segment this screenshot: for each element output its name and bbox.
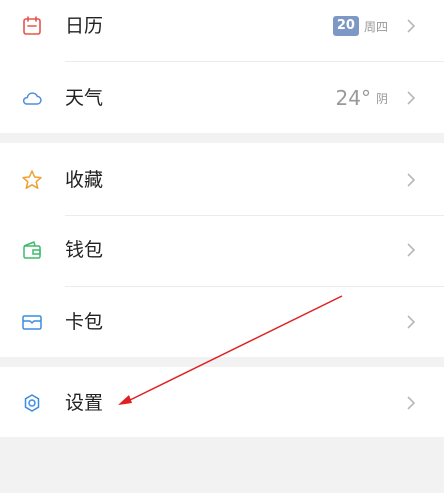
menu-item-label: 日历 bbox=[65, 15, 104, 37]
menu-item-label: 设置 bbox=[65, 392, 104, 414]
calendar-icon bbox=[20, 14, 44, 38]
menu-item-weather[interactable]: 天气 24° 阴 bbox=[0, 62, 444, 134]
group-settings: 设置 bbox=[0, 367, 444, 437]
menu-item-label: 卡包 bbox=[65, 311, 104, 333]
menu-item-label: 钱包 bbox=[65, 239, 104, 261]
menu-item-favorites[interactable]: 收藏 bbox=[0, 144, 444, 216]
group-favorites-wallet-cards: 收藏 钱包 卡包 bbox=[0, 143, 444, 357]
menu-item-calendar[interactable]: 日历 20 周四 bbox=[0, 0, 444, 62]
chevron-right-icon bbox=[404, 16, 418, 36]
chevron-right-icon bbox=[404, 240, 418, 260]
wallet-icon bbox=[20, 238, 44, 262]
chevron-right-icon bbox=[404, 170, 418, 190]
star-icon bbox=[20, 168, 44, 192]
settings-icon bbox=[20, 391, 44, 415]
cloud-icon bbox=[20, 86, 44, 110]
weather-condition-text: 阴 bbox=[375, 91, 388, 106]
menu-item-label: 收藏 bbox=[65, 169, 104, 191]
weather-info: 24° 阴 bbox=[336, 86, 388, 110]
date-badge: 20 bbox=[332, 16, 359, 36]
card-icon bbox=[20, 310, 44, 334]
weekday-text: 周四 bbox=[363, 19, 388, 34]
temperature-text: 24° bbox=[335, 86, 371, 110]
chevron-right-icon bbox=[404, 393, 418, 413]
chevron-right-icon bbox=[404, 88, 418, 108]
chevron-right-icon bbox=[404, 312, 418, 332]
menu-item-wallet[interactable]: 钱包 bbox=[0, 214, 444, 286]
menu-item-label: 天气 bbox=[65, 87, 104, 109]
menu-item-settings[interactable]: 设置 bbox=[0, 367, 444, 439]
calendar-date-info: 20 周四 bbox=[332, 16, 388, 36]
menu-item-card-holder[interactable]: 卡包 bbox=[0, 286, 444, 358]
group-calendar-weather: 日历 20 周四 天气 24° 阴 bbox=[0, 0, 444, 133]
